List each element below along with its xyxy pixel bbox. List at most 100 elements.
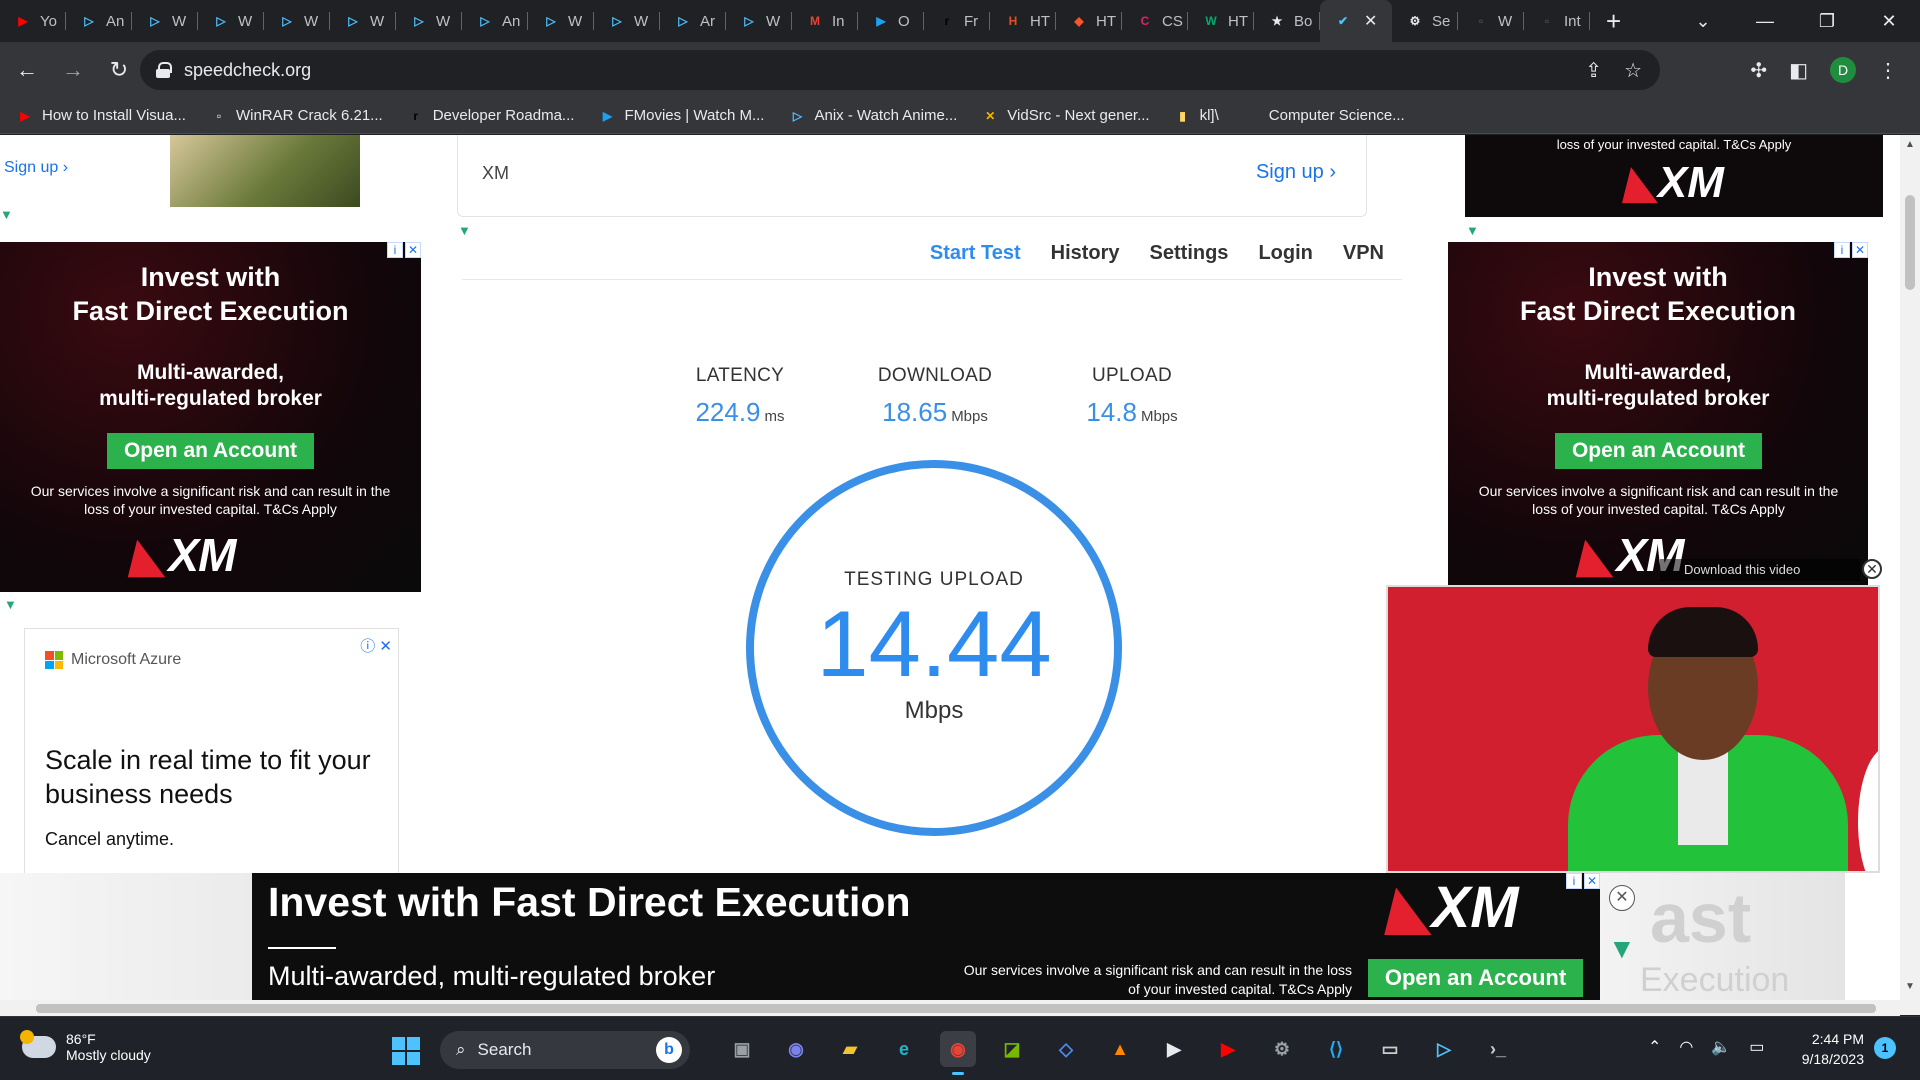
ad-close-icon[interactable]: ✕ xyxy=(1852,242,1868,258)
browser-tab[interactable]: ▷ An xyxy=(66,0,132,42)
powershell-icon[interactable]: ›_ xyxy=(1480,1031,1516,1067)
download-video-link[interactable]: Download this video xyxy=(1660,559,1860,581)
nav-link-login[interactable]: Login xyxy=(1258,242,1312,265)
close-window-button[interactable]: ✕ xyxy=(1858,11,1920,32)
notification-badge[interactable]: 1 xyxy=(1874,1037,1896,1059)
browser-tab[interactable]: ✔ ✕ xyxy=(1320,0,1392,42)
xm-ad-top-right[interactable]: loss of your invested capital. T&Cs Appl… xyxy=(1465,135,1883,217)
weather-widget[interactable]: 86°F Mostly cloudy xyxy=(20,1030,151,1063)
lock-icon[interactable] xyxy=(156,62,172,78)
address-bar[interactable]: speedcheck.org ⇪ ☆ xyxy=(140,50,1660,90)
ad-info-icon[interactable]: i xyxy=(1834,242,1850,258)
xm-card-signup-link[interactable]: Sign up › xyxy=(1256,161,1336,184)
vertical-scrollbar[interactable]: ▲ ▼ xyxy=(1900,135,1920,1015)
bookmark-star-icon[interactable]: ☆ xyxy=(1624,58,1642,83)
nav-link-vpn[interactable]: VPN xyxy=(1343,242,1384,265)
xm-signup-card[interactable]: XM Sign up › xyxy=(457,135,1367,217)
edge-icon[interactable]: e xyxy=(886,1031,922,1067)
ad-info-icon[interactable]: i xyxy=(387,242,403,258)
minimize-button[interactable]: — xyxy=(1734,11,1796,32)
forward-button[interactable]: → xyxy=(54,57,92,83)
menu-kebab-icon[interactable]: ⋮ xyxy=(1878,58,1898,83)
play-icon[interactable]: ▷ xyxy=(1426,1031,1462,1067)
vlc-icon[interactable]: ▲ xyxy=(1102,1031,1138,1067)
scroll-thumb[interactable] xyxy=(1905,195,1915,290)
battery-icon[interactable]: ▭ xyxy=(1749,1037,1764,1057)
ad-choices[interactable]: i ✕ xyxy=(1834,242,1868,258)
back-button[interactable]: ← xyxy=(8,57,46,83)
banner-close-button[interactable]: ✕ xyxy=(1609,885,1635,911)
ad-close-icon[interactable]: ✕ xyxy=(1584,873,1600,889)
ad-close-icon[interactable]: ✕ xyxy=(405,242,421,258)
browser-tab[interactable]: r Fr xyxy=(924,0,990,42)
open-account-button[interactable]: Open an Account xyxy=(1368,959,1583,997)
side-panel-icon[interactable]: ◧ xyxy=(1789,58,1808,83)
chevron-up-icon[interactable]: ⌃ xyxy=(1648,1037,1661,1057)
file-explorer-dark-icon[interactable]: ▣ xyxy=(724,1031,760,1067)
nav-link-start-test[interactable]: Start Test xyxy=(930,242,1021,265)
ad-choices[interactable]: i ✕ xyxy=(1566,873,1600,889)
tab-close-icon[interactable]: ✕ xyxy=(1364,11,1377,31)
browser-tab[interactable]: M In xyxy=(792,0,858,42)
browser-tab[interactable]: ▷ W xyxy=(726,0,792,42)
browser-tab[interactable]: ▷ Ar xyxy=(660,0,726,42)
vscode-icon[interactable]: ⟨⟩ xyxy=(1318,1031,1354,1067)
url-text[interactable]: speedcheck.org xyxy=(184,60,311,81)
app-icon[interactable]: ◇ xyxy=(1048,1031,1084,1067)
browser-tab[interactable]: ▷ W xyxy=(396,0,462,42)
ad-info-icon[interactable]: i xyxy=(1566,873,1582,889)
browser-tab[interactable]: ▷ W xyxy=(528,0,594,42)
ad-choices[interactable]: i ✕ xyxy=(387,242,421,258)
youtube-icon[interactable]: ▶ xyxy=(1210,1031,1246,1067)
ad-choices-icon[interactable]: ⓘ ✕ xyxy=(360,635,392,656)
bookmark-item[interactable]: ✕ VidSrc - Next gener... xyxy=(981,107,1149,125)
tab-search-chevron-icon[interactable]: ⌄ xyxy=(1672,11,1734,32)
volume-icon[interactable]: 🔈 xyxy=(1711,1037,1731,1057)
open-account-button[interactable]: Open an Account xyxy=(107,433,314,469)
browser-tab[interactable]: ▷ W xyxy=(264,0,330,42)
bookmark-item[interactable]: ▶ FMovies | Watch M... xyxy=(598,107,765,125)
nav-link-settings[interactable]: Settings xyxy=(1150,242,1229,265)
restore-button[interactable]: ❐ xyxy=(1796,11,1858,32)
browser-tab[interactable]: ▫ W xyxy=(1458,0,1524,42)
settings-icon[interactable]: ⚙ xyxy=(1264,1031,1300,1067)
bookmark-item[interactable]: ▶ How to Install Visua... xyxy=(16,107,186,125)
browser-tab[interactable]: W HT xyxy=(1188,0,1254,42)
bing-icon[interactable]: b xyxy=(656,1037,682,1063)
browser-tab[interactable]: ▷ An xyxy=(462,0,528,42)
browser-tab[interactable]: ▫ Int xyxy=(1524,0,1590,42)
xm-bottom-banner[interactable]: i ✕ Invest with Fast Direct Execution Mul… xyxy=(252,873,1600,1000)
teams-icon[interactable]: ◉ xyxy=(778,1031,814,1067)
horizontal-scrollbar[interactable] xyxy=(0,1000,1900,1016)
browser-tab[interactable]: ◆ HT xyxy=(1056,0,1122,42)
terminal-icon[interactable]: ▭ xyxy=(1372,1031,1408,1067)
nav-link-history[interactable]: History xyxy=(1051,242,1120,265)
reload-button[interactable]: ↻ xyxy=(100,57,138,83)
video-close-button[interactable]: ✕ xyxy=(1862,559,1882,579)
browser-tab[interactable]: ▷ W xyxy=(330,0,396,42)
browser-tab[interactable]: ⚙ Se xyxy=(1392,0,1458,42)
bookmark-item[interactable]: ▮ kl]\ xyxy=(1174,107,1218,125)
nvidia-icon[interactable]: ◪ xyxy=(994,1031,1030,1067)
browser-tab[interactable]: ▶ O xyxy=(858,0,924,42)
browser-tab[interactable]: H HT xyxy=(990,0,1056,42)
taskbar-search[interactable]: ⌕ Search b xyxy=(440,1031,690,1069)
browser-tab[interactable]: ▶ Yo xyxy=(0,0,66,42)
scroll-thumb[interactable] xyxy=(36,1004,1876,1013)
wifi-icon[interactable]: ◠ xyxy=(1679,1037,1693,1057)
xm-ad-left[interactable]: i ✕ Invest with Fast Direct Execution Mul… xyxy=(0,242,421,592)
open-account-button[interactable]: Open an Account xyxy=(1555,433,1762,469)
floating-video-player[interactable] xyxy=(1386,585,1880,873)
browser-tab[interactable]: ▷ W xyxy=(198,0,264,42)
left-signup-ad[interactable]: Sign up › xyxy=(0,135,360,207)
xm-ad-right[interactable]: i ✕ Invest with Fast Direct Execution Mul… xyxy=(1448,242,1868,592)
scroll-up-icon[interactable]: ▲ xyxy=(1905,139,1915,150)
share-icon[interactable]: ⇪ xyxy=(1585,58,1602,83)
browser-tab[interactable]: ▷ W xyxy=(594,0,660,42)
media-player-icon[interactable]: ▶ xyxy=(1156,1031,1192,1067)
bookmark-item[interactable]: ▫ WinRAR Crack 6.21... xyxy=(210,107,383,125)
clock[interactable]: 2:44 PM 9/18/2023 xyxy=(1778,1029,1864,1069)
bookmark-item[interactable]: ▫ Computer Science... xyxy=(1243,107,1405,125)
chrome-icon[interactable]: ◉ xyxy=(940,1031,976,1075)
browser-tab[interactable]: ▷ W xyxy=(132,0,198,42)
